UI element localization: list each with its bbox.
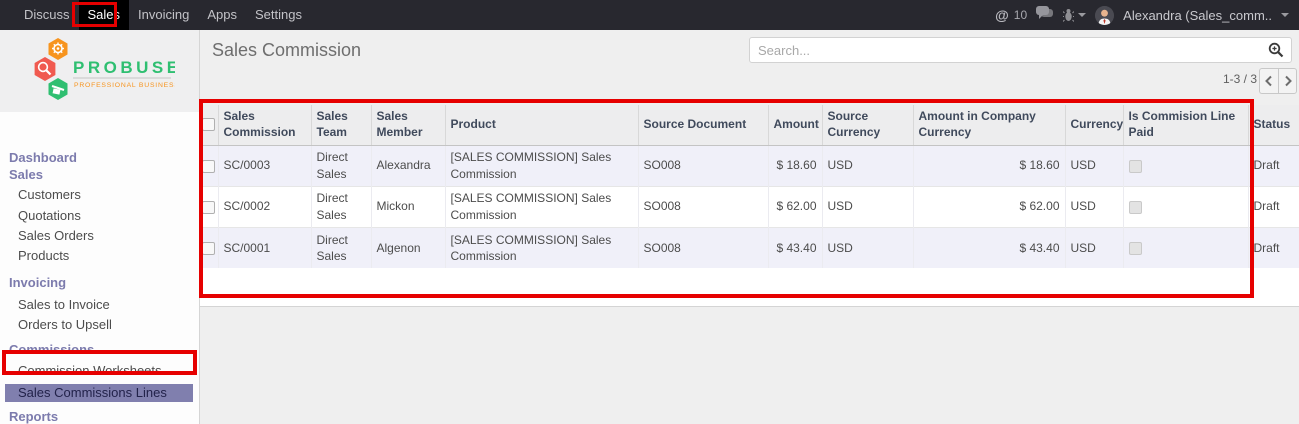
cell-sales-commission[interactable]: SC/0003 — [218, 145, 311, 186]
svg-text:PROFESSIONAL BUSINESS: PROFESSIONAL BUSINESS — [74, 82, 175, 89]
cell-amount[interactable]: $ 62.00 — [768, 186, 822, 227]
pager-range: 1-3 / 3 — [1223, 72, 1257, 86]
user-menu-caret-icon — [1281, 13, 1289, 17]
cell-amount[interactable]: $ 18.60 — [768, 145, 822, 186]
cell-product[interactable]: [SALES COMMISSION] Sales Commission — [445, 145, 638, 186]
sidebar-item-orders-to-upsell[interactable]: Orders to Upsell — [0, 315, 199, 335]
cell-status[interactable]: Draft — [1248, 186, 1299, 227]
table-row[interactable]: SC/0001 Direct Sales Algenon [SALES COMM… — [200, 227, 1299, 268]
cell-amount-in-company-currency[interactable]: $ 18.60 — [913, 145, 1065, 186]
sidebar-item-quotations[interactable]: Quotations — [0, 206, 199, 226]
pager-previous-button[interactable] — [1259, 68, 1278, 94]
cell-sales-commission[interactable]: SC/0002 — [218, 186, 311, 227]
column-header-currency[interactable]: Currency — [1065, 105, 1123, 145]
cell-source-document[interactable]: SO008 — [638, 227, 768, 268]
row-checkbox[interactable] — [202, 160, 215, 173]
search-icon[interactable] — [1268, 42, 1284, 63]
is-paid-checkbox[interactable] — [1129, 242, 1142, 255]
sidebar-item-sales-to-invoice[interactable]: Sales to Invoice — [0, 295, 199, 315]
sidebar-item-customers[interactable]: Customers — [0, 185, 199, 205]
pager-next-button[interactable] — [1278, 68, 1297, 94]
table-empty-area — [200, 268, 1299, 307]
sidebar-item-sales-orders[interactable]: Sales Orders — [0, 226, 199, 246]
cell-source-document[interactable]: SO008 — [638, 186, 768, 227]
table-row[interactable]: SC/0003 Direct Sales Alexandra [SALES CO… — [200, 145, 1299, 186]
app-menu-sales[interactable]: Sales — [79, 0, 130, 30]
pager — [1259, 68, 1297, 94]
cell-source-currency[interactable]: USD — [822, 145, 913, 186]
app-menu-discuss[interactable]: Discuss — [15, 0, 79, 30]
cell-currency[interactable]: USD — [1065, 145, 1123, 186]
debug-icon[interactable] — [1063, 8, 1086, 22]
cell-sales-commission[interactable]: SC/0001 — [218, 227, 311, 268]
app-menu: Discuss Sales Invoicing Apps Settings — [0, 0, 311, 30]
search-input[interactable] — [749, 37, 1292, 63]
cell-sales-member[interactable]: Mickon — [371, 186, 445, 227]
main-content: Sales Commission 1-3 / 3 — [200, 30, 1299, 424]
cell-source-currency[interactable]: USD — [822, 186, 913, 227]
cell-product[interactable]: [SALES COMMISSION] Sales Commission — [445, 186, 638, 227]
company-logo: PROBUSE PROFESSIONAL BUSINESS — [0, 30, 199, 112]
table-header-row: Sales Commission Sales Team Sales Member… — [200, 105, 1299, 145]
cell-amount-in-company-currency[interactable]: $ 43.40 — [913, 227, 1065, 268]
commission-lines-table: Sales Commission Sales Team Sales Member… — [200, 105, 1299, 307]
cell-sales-team[interactable]: Direct Sales — [311, 145, 371, 186]
cell-sales-member[interactable]: Algenon — [371, 227, 445, 268]
cell-currency[interactable]: USD — [1065, 227, 1123, 268]
topbar-right-cluster: @ 10 Alexandra (Sales_c — [995, 0, 1299, 30]
search-box — [749, 37, 1292, 63]
column-header-amount[interactable]: Amount — [768, 105, 822, 145]
notification-count: 10 — [1014, 8, 1027, 22]
cell-sales-team[interactable]: Direct Sales — [311, 186, 371, 227]
cell-status[interactable]: Draft — [1248, 227, 1299, 268]
select-all-checkbox[interactable] — [202, 118, 215, 131]
sidebar: PROBUSE PROFESSIONAL BUSINESS Dashboard … — [0, 30, 200, 424]
row-checkbox[interactable] — [202, 242, 215, 255]
sidebar-item-reports[interactable]: Reports — [0, 407, 199, 424]
column-header-sales-member[interactable]: Sales Member — [371, 105, 445, 145]
app-menu-settings[interactable]: Settings — [246, 0, 311, 30]
cell-amount-in-company-currency[interactable]: $ 62.00 — [913, 186, 1065, 227]
page-title: Sales Commission — [212, 40, 361, 61]
sidebar-item-products[interactable]: Products — [0, 246, 199, 266]
cell-sales-member[interactable]: Alexandra — [371, 145, 445, 186]
app-menu-invoicing[interactable]: Invoicing — [129, 0, 198, 30]
sidebar-item-invoicing[interactable]: Invoicing — [0, 273, 199, 293]
column-header-sales-commission[interactable]: Sales Commission — [218, 105, 311, 145]
column-header-source-document[interactable]: Source Document — [638, 105, 768, 145]
table-row[interactable]: SC/0002 Direct Sales Mickon [SALES COMMI… — [200, 186, 1299, 227]
is-paid-checkbox[interactable] — [1129, 160, 1142, 173]
messages-icon[interactable] — [1036, 6, 1054, 25]
cell-source-document[interactable]: SO008 — [638, 145, 768, 186]
debug-caret-icon — [1078, 13, 1086, 17]
cell-currency[interactable]: USD — [1065, 186, 1123, 227]
user-avatar[interactable] — [1095, 6, 1114, 25]
column-header-amount-in-company-currency[interactable]: Amount in Company Currency — [913, 105, 1065, 145]
column-header-sales-team[interactable]: Sales Team — [311, 105, 371, 145]
column-header-product[interactable]: Product — [445, 105, 638, 145]
is-paid-checkbox[interactable] — [1129, 201, 1142, 214]
column-header-status[interactable]: Status — [1248, 105, 1299, 145]
cell-status[interactable]: Draft — [1248, 145, 1299, 186]
top-navbar: Discuss Sales Invoicing Apps Settings @ … — [0, 0, 1299, 30]
svg-text:PROBUSE: PROBUSE — [73, 58, 175, 77]
cell-amount[interactable]: $ 43.40 — [768, 227, 822, 268]
app-menu-apps[interactable]: Apps — [198, 0, 246, 30]
row-checkbox[interactable] — [202, 201, 215, 214]
user-menu[interactable]: Alexandra (Sales_comm.. — [1123, 8, 1272, 23]
cell-sales-team[interactable]: Direct Sales — [311, 227, 371, 268]
column-header-source-currency[interactable]: Source Currency — [822, 105, 913, 145]
sidebar-item-sales[interactable]: Sales — [0, 165, 199, 185]
sidebar-item-commission-worksheets[interactable]: Commission Worksheets — [0, 361, 199, 381]
column-header-is-commision-line-paid[interactable]: Is Commision Line Paid — [1123, 105, 1248, 145]
cell-source-currency[interactable]: USD — [822, 227, 913, 268]
mention-icon[interactable]: @ — [995, 7, 1009, 23]
cell-product[interactable]: [SALES COMMISSION] Sales Commission — [445, 227, 638, 268]
sidebar-item-commissions[interactable]: Commissions — [0, 340, 199, 360]
sidebar-item-sales-commissions-lines[interactable]: Sales Commissions Lines — [5, 384, 193, 402]
